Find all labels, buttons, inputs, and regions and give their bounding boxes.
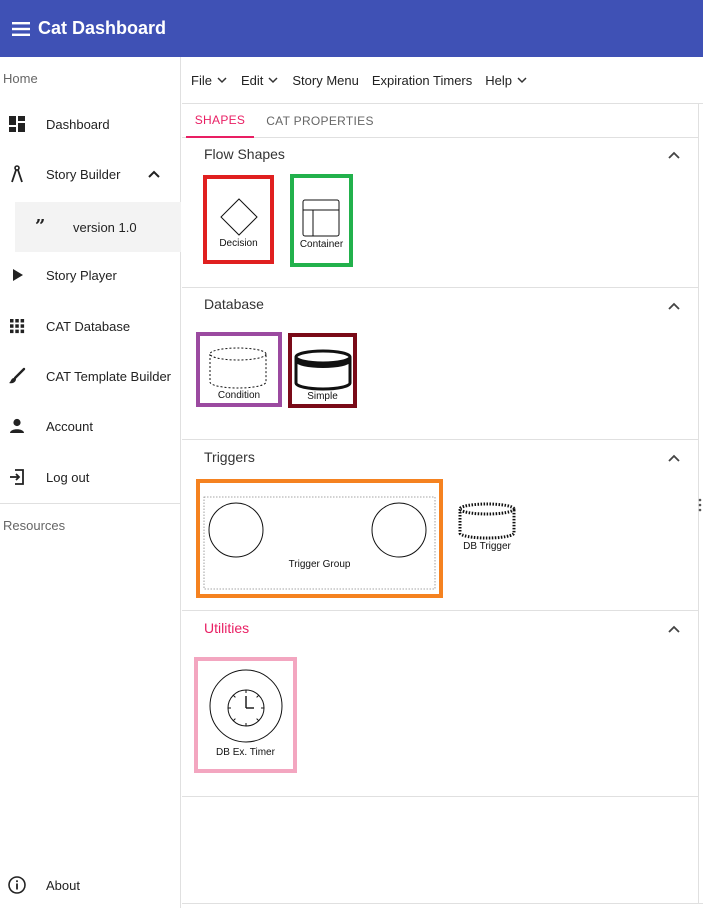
play-icon bbox=[6, 264, 28, 286]
cylinder-dashed-icon bbox=[209, 347, 267, 389]
shape-label: Trigger Group bbox=[288, 559, 351, 570]
shape-label: Condition bbox=[217, 390, 261, 401]
menu-label: Help bbox=[485, 72, 513, 88]
dashboard-icon bbox=[6, 113, 28, 135]
panel-title: Database bbox=[204, 296, 264, 312]
sidebar-item-about[interactable]: About bbox=[0, 861, 181, 909]
shape-label: DB Ex. Timer bbox=[216, 747, 275, 758]
sidebar: Home Dashboard Story Builder ” version 1… bbox=[0, 57, 181, 908]
trigger-group-icon bbox=[203, 496, 436, 590]
sidebar-item-label: Account bbox=[46, 418, 93, 434]
shape-condition[interactable]: Condition bbox=[196, 332, 282, 407]
cylinder-dotted-icon bbox=[458, 502, 516, 540]
sidebar-item-label: Log out bbox=[46, 469, 90, 485]
diamond-icon bbox=[220, 198, 258, 236]
shape-decision[interactable]: Decision bbox=[203, 175, 274, 264]
menu-edit[interactable]: Edit bbox=[241, 65, 279, 95]
menu-label: Expiration Timers bbox=[371, 72, 473, 88]
sidebar-item-label: CAT Database bbox=[46, 318, 131, 334]
shape-trigger-group[interactable]: Trigger Group bbox=[196, 479, 443, 598]
panel-title: Utilities bbox=[204, 620, 250, 636]
shape-label: Simple bbox=[307, 391, 338, 402]
sidebar-item-label: About bbox=[46, 877, 80, 893]
menu-label: Story Menu bbox=[292, 72, 359, 88]
chevron-down-icon bbox=[517, 77, 527, 84]
panel-title: Flow Shapes bbox=[204, 146, 285, 162]
menu-bar: File Edit Story Menu Expiration Timers H… bbox=[182, 57, 703, 104]
timer-icon bbox=[209, 669, 283, 743]
sidebar-item-log-out[interactable]: Log out bbox=[0, 453, 181, 501]
chevron-up-icon[interactable] bbox=[144, 164, 164, 184]
panel-database: Database Condition Simple bbox=[182, 289, 698, 440]
tab-cat-properties[interactable]: CAT PROPERTIES bbox=[262, 104, 378, 138]
chevron-down-icon bbox=[268, 77, 278, 84]
sidebar-subitem-version[interactable]: ” version 1.0 bbox=[15, 202, 181, 252]
menu-label: Edit bbox=[240, 72, 264, 88]
sidebar-item-dashboard[interactable]: Dashboard bbox=[0, 100, 181, 148]
sidebar-divider bbox=[0, 503, 181, 504]
menu-story-menu[interactable]: Story Menu bbox=[292, 65, 358, 95]
menu-help[interactable]: Help bbox=[485, 65, 528, 95]
sidebar-item-story-player[interactable]: Story Player bbox=[0, 251, 181, 299]
compass-icon bbox=[6, 163, 28, 185]
shape-container[interactable]: Container bbox=[290, 174, 353, 267]
tab-shapes[interactable]: SHAPES bbox=[186, 104, 254, 138]
brush-icon bbox=[6, 365, 28, 387]
container-icon bbox=[302, 199, 340, 237]
menu-label: File bbox=[191, 72, 212, 88]
shape-label: Container bbox=[299, 239, 344, 250]
menu-file[interactable]: File bbox=[191, 65, 228, 95]
chevron-down-icon bbox=[217, 77, 227, 84]
info-icon bbox=[6, 874, 28, 896]
logout-icon bbox=[6, 466, 28, 488]
quote-icon: ” bbox=[35, 216, 46, 237]
panel-flow-shapes: Flow Shapes Decision Container bbox=[182, 138, 698, 288]
sidebar-item-label: Story Builder bbox=[46, 166, 121, 182]
shape-db-ex-timer[interactable]: DB Ex. Timer bbox=[194, 657, 297, 773]
panel-bottom-border bbox=[182, 903, 703, 904]
sidebar-subheader-resources: Resources bbox=[3, 518, 66, 533]
chevron-up-icon[interactable] bbox=[664, 145, 684, 165]
shape-simple[interactable]: Simple bbox=[288, 333, 357, 408]
shape-db-trigger[interactable]: DB Trigger bbox=[454, 499, 520, 557]
app-bar: Cat Dashboard bbox=[0, 0, 703, 57]
sidebar-item-story-builder[interactable]: Story Builder bbox=[0, 150, 181, 198]
sidebar-item-account[interactable]: Account bbox=[0, 402, 181, 450]
shape-label: Decision bbox=[219, 238, 258, 249]
chevron-up-icon[interactable] bbox=[664, 296, 684, 316]
person-icon bbox=[6, 415, 28, 437]
menu-button[interactable] bbox=[0, 0, 38, 57]
sidebar-subitem-label: version 1.0 bbox=[73, 219, 137, 235]
sidebar-item-label: Dashboard bbox=[46, 116, 110, 132]
panel-title: Triggers bbox=[204, 449, 255, 465]
panel-triggers: Triggers Trigger Group DB Trigger bbox=[182, 441, 698, 611]
grid-icon bbox=[6, 315, 28, 337]
sidebar-item-cat-database[interactable]: CAT Database bbox=[0, 302, 181, 350]
sidebar-item-label: Story Player bbox=[46, 267, 117, 283]
cylinder-bold-icon bbox=[294, 349, 352, 391]
hamburger-icon bbox=[12, 21, 30, 36]
sidebar-item-cat-template-builder[interactable]: CAT Template Builder bbox=[0, 352, 181, 400]
tab-bar: SHAPES CAT PROPERTIES bbox=[182, 104, 698, 138]
chevron-up-icon[interactable] bbox=[664, 619, 684, 639]
menu-expiration-timers[interactable]: Expiration Timers bbox=[372, 65, 472, 95]
sidebar-subheader-home: Home bbox=[3, 71, 38, 86]
drag-handle-icon[interactable] bbox=[697, 497, 703, 513]
chevron-up-icon[interactable] bbox=[664, 448, 684, 468]
sidebar-item-label: CAT Template Builder bbox=[46, 368, 172, 384]
app-title: Cat Dashboard bbox=[38, 18, 167, 38]
shape-label: DB Trigger bbox=[463, 541, 511, 552]
panel-utilities: Utilities DB Ex. Timer bbox=[182, 612, 698, 797]
